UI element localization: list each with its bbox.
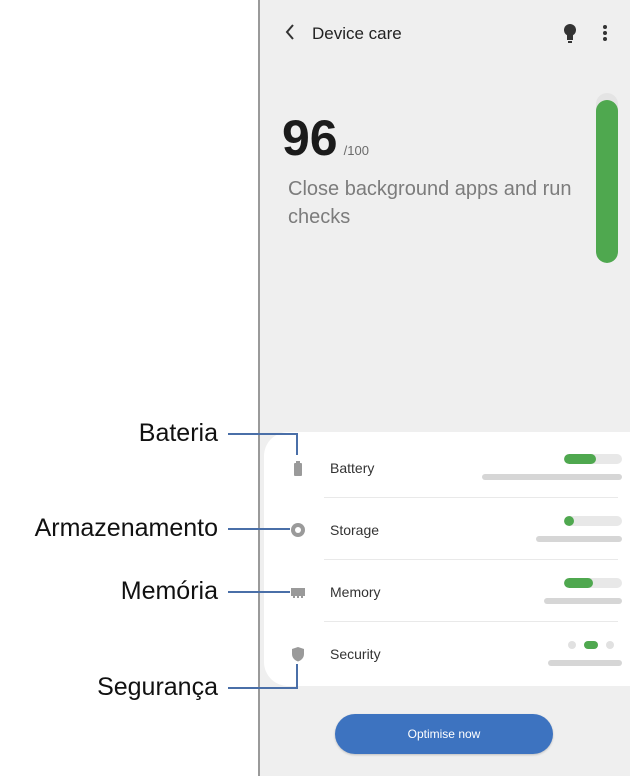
battery-detail [482,474,622,480]
battery-label: Battery [330,460,375,476]
score-gauge-fill [596,99,618,263]
storage-level-fill [564,516,575,526]
score-readout: 96/100 [282,108,369,168]
score-gauge [596,93,618,263]
memory-detail [544,598,622,604]
items-card: Battery Storage Memory Security [264,432,630,686]
leader-line-security [228,687,298,689]
score-value: 96 [282,110,338,166]
leader-line-memory [228,591,290,593]
app-bar: Device care [260,0,630,70]
storage-detail [536,536,622,542]
back-button[interactable] [284,22,302,44]
leader-line-security-rise [296,664,298,689]
callout-security: Segurança [97,673,218,701]
security-row[interactable]: Security [264,622,630,684]
callout-storage: Armazenamento [34,514,218,542]
battery-level-bar [564,454,622,464]
storage-level-bar [564,516,622,526]
battery-icon [294,461,302,476]
security-label: Security [330,646,381,662]
memory-icon [291,588,305,598]
memory-level-fill [564,578,593,588]
security-detail [548,660,622,666]
memory-row[interactable]: Memory [264,560,630,622]
status-dot [606,641,614,649]
score-max: /100 [343,143,369,158]
security-status-dots [564,640,622,650]
leader-line-storage [228,528,290,530]
leader-line-battery [228,433,298,435]
chevron-left-icon [285,24,294,40]
page-title: Device care [312,24,402,43]
storage-row[interactable]: Storage [264,498,630,560]
memory-label: Memory [330,584,381,600]
status-message: Close background apps and run checks [288,178,572,228]
storage-label: Storage [330,522,380,538]
device-care-screen: Device care 96/100 Close background apps… [258,0,630,776]
callout-battery: Bateria [138,419,218,447]
memory-level-bar [564,578,622,588]
battery-level-fill [564,454,596,464]
status-dot [568,641,576,649]
lightbulb-icon[interactable] [563,22,577,44]
battery-row[interactable]: Battery [264,436,630,498]
shield-icon [292,647,304,662]
more-vert-icon[interactable] [600,22,610,44]
optimise-now-button[interactable]: Optimise now [335,714,553,754]
storage-icon [291,523,305,537]
leader-line-battery-drop [296,433,298,455]
status-dot-active [584,641,598,649]
callout-memory: Memória [120,577,218,605]
